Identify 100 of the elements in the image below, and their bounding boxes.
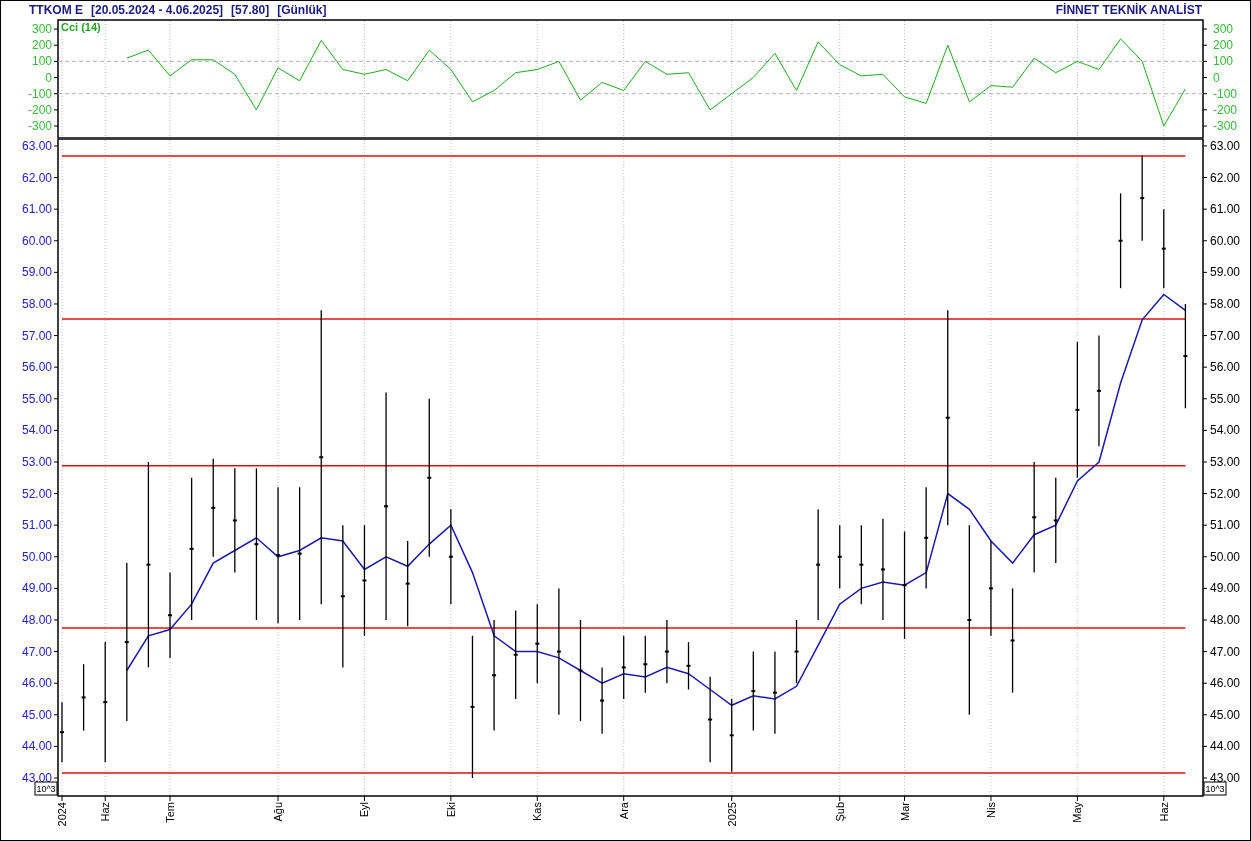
y-axis-label: 49.00 — [21, 581, 52, 596]
x-axis-label: Haz — [1157, 802, 1170, 822]
y-axis-label: -300 — [1213, 119, 1238, 134]
y-axis-label: 57.00 — [1210, 328, 1241, 343]
point — [1075, 408, 1080, 411]
x-axis-label: Mar — [898, 802, 911, 821]
point — [384, 505, 389, 508]
y-axis-label: 62.00 — [21, 170, 52, 185]
y-axis-label: 56.00 — [1210, 360, 1241, 375]
period-label: [Günlük] — [277, 2, 327, 19]
point — [254, 543, 259, 546]
point — [880, 568, 885, 571]
point — [686, 664, 691, 667]
y-axis-label: -200 — [1213, 102, 1238, 117]
point — [578, 669, 583, 672]
x-axis-label: 2025 — [725, 802, 738, 827]
y-axis-label: 61.00 — [21, 202, 52, 217]
point — [772, 691, 777, 694]
y-axis-label: -200 — [27, 102, 52, 117]
symbol-label: TTKOM E — [29, 2, 83, 19]
unit-label: 10^3 — [34, 781, 58, 796]
y-axis-label: 100 — [1213, 54, 1234, 69]
point — [124, 641, 129, 644]
y-axis-label: 51.00 — [21, 518, 52, 533]
point — [405, 582, 410, 585]
point — [103, 701, 108, 704]
point — [621, 666, 626, 669]
point — [794, 650, 799, 653]
y-axis-label: 63.00 — [21, 139, 52, 153]
y-axis-label: 0 — [1213, 70, 1220, 85]
x-axis-label: Eki — [444, 802, 457, 818]
point — [902, 584, 907, 587]
y-axis-label: 45.00 — [1210, 707, 1241, 722]
x-axis-label: Tem — [164, 802, 176, 823]
x-axis-label: Haz — [99, 802, 112, 822]
x-axis-label: Nis — [984, 802, 997, 818]
y-axis-label: 46.00 — [21, 676, 52, 691]
x-axis-label: Ağu — [272, 802, 285, 822]
point — [729, 734, 734, 737]
y-axis-label: 57.00 — [21, 328, 52, 343]
y-axis-label: 200 — [31, 38, 52, 53]
point — [1096, 389, 1101, 392]
y-axis-label: 54.00 — [1210, 423, 1241, 438]
y-axis-label: 46.00 — [1210, 676, 1241, 691]
y-axis-label: 60.00 — [21, 233, 52, 248]
point — [232, 519, 237, 522]
price-label: [57.80] — [231, 2, 270, 19]
y-axis-label: 54.00 — [21, 423, 52, 438]
y-axis-label: 300 — [1213, 22, 1234, 37]
y-axis-label: 44.00 — [21, 739, 52, 754]
point — [664, 650, 669, 653]
y-axis-label: 53.00 — [1210, 454, 1241, 469]
y-axis-label: 55.00 — [1210, 391, 1241, 406]
date-range-label: [20.05.2024 - 4.06.2025] — [91, 2, 224, 19]
y-axis-label: 300 — [31, 22, 52, 37]
point — [600, 699, 605, 702]
point — [1161, 247, 1166, 250]
y-axis-label: 47.00 — [21, 644, 52, 659]
point — [924, 536, 929, 539]
y-axis-label: 55.00 — [21, 391, 52, 406]
x-axis-label: Ara — [617, 802, 630, 820]
point — [708, 718, 713, 721]
x-axis-label: May — [1071, 802, 1084, 823]
y-axis-label: 52.00 — [21, 486, 52, 501]
y-axis-label: 62.00 — [1210, 170, 1241, 185]
point — [816, 563, 821, 566]
point — [1053, 519, 1058, 522]
brand-label: FİNNET TEKNİK ANALİST — [1055, 2, 1202, 19]
point — [81, 696, 86, 699]
y-axis-label: -300 — [27, 119, 52, 134]
y-axis-label: 0 — [45, 70, 52, 85]
point — [276, 554, 281, 557]
point — [470, 705, 475, 708]
point — [643, 663, 648, 666]
point — [492, 674, 497, 677]
point — [1010, 639, 1015, 642]
y-axis-label: -100 — [27, 86, 52, 101]
point — [211, 506, 216, 509]
y-axis-label: 56.00 — [21, 360, 52, 375]
y-axis-label: 50.00 — [1210, 549, 1241, 564]
y-axis-label: 50.00 — [21, 549, 52, 564]
x-axis-label: Kas — [531, 802, 544, 821]
y-axis-label: 44.00 — [1210, 739, 1241, 754]
point — [1118, 239, 1123, 242]
y-axis-label: 45.00 — [21, 707, 52, 722]
y-axis-label: 59.00 — [21, 265, 52, 280]
x-axis-label: Şub — [833, 802, 846, 822]
point — [448, 555, 453, 558]
y-axis-label: 100 — [31, 54, 52, 69]
point — [319, 456, 324, 459]
x-axis-label: 2024 — [56, 802, 68, 827]
point — [751, 690, 756, 693]
point — [967, 618, 972, 621]
point — [988, 587, 993, 590]
y-axis-label: 48.00 — [1210, 613, 1241, 627]
y-axis-label: 63.00 — [1210, 139, 1241, 153]
y-axis-label: 47.00 — [1210, 644, 1241, 659]
point — [837, 555, 842, 558]
unit-label: 10^3 — [1203, 781, 1227, 796]
y-axis-label: 53.00 — [21, 454, 52, 469]
